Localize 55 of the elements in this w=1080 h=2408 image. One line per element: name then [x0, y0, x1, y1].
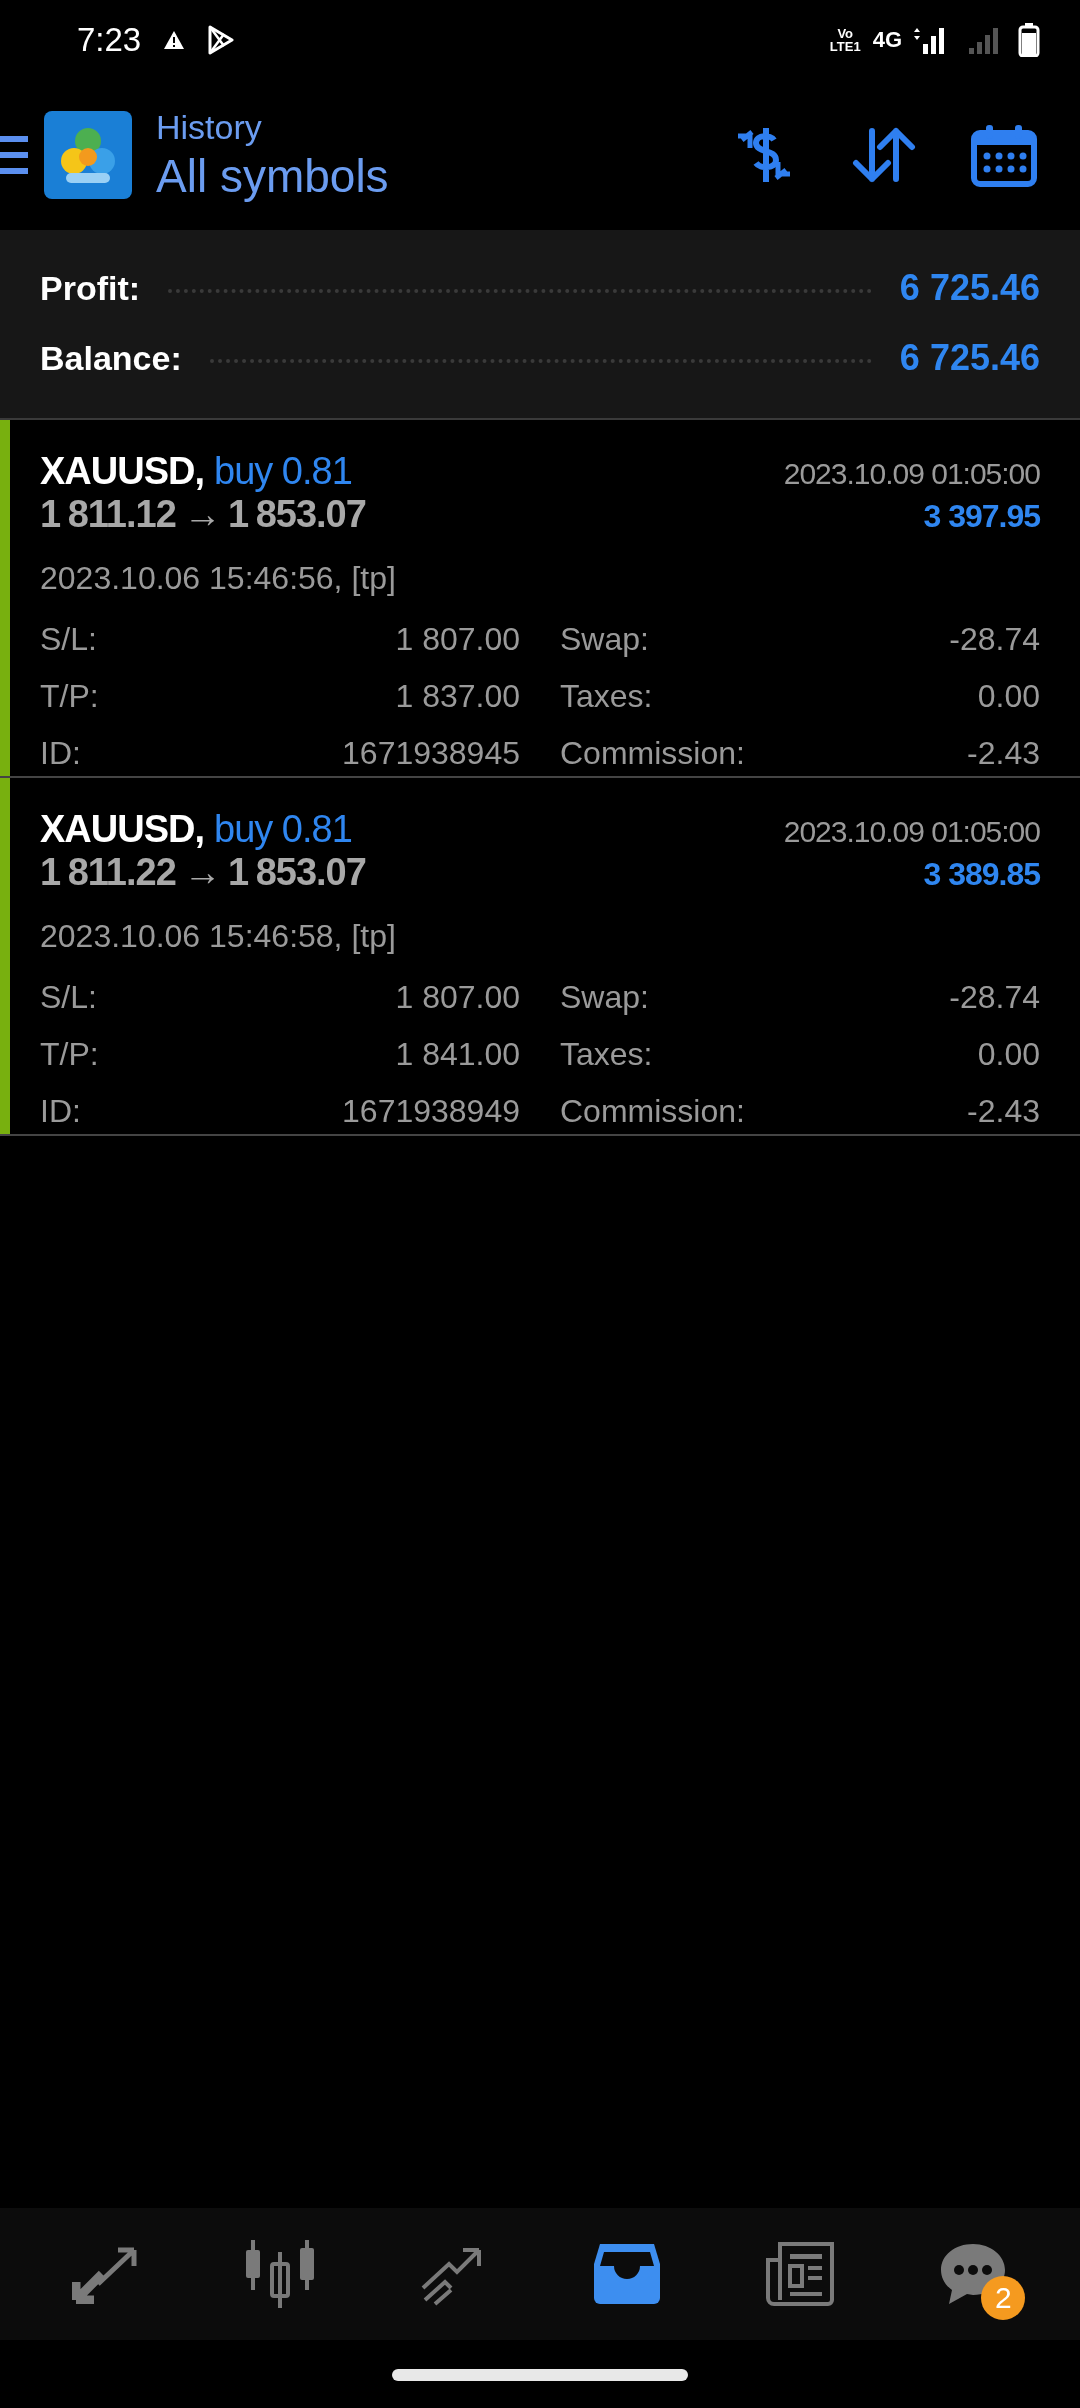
- close-time: 2023.10.09 01:05:00: [783, 457, 1040, 491]
- symbol-filter[interactable]: All symbols: [156, 148, 389, 204]
- field-label: Commission:: [559, 735, 746, 772]
- field-label: Commission:: [559, 1093, 746, 1130]
- field-label: Taxes:: [559, 1036, 654, 1073]
- deal-side: buy 0.81: [214, 808, 352, 850]
- field-value: 1 807.00: [395, 979, 520, 1016]
- app-logo-icon: [44, 111, 132, 199]
- field-value: -28.74: [949, 979, 1040, 1016]
- field-label: Taxes:: [559, 678, 654, 715]
- deal-symbol: XAUUSD,: [40, 450, 205, 492]
- summary-value: 6 725.46: [899, 267, 1040, 309]
- clock-time: 7:23: [77, 21, 142, 59]
- signal-icon: [914, 26, 946, 54]
- signal-icon: [968, 26, 1000, 54]
- field-label: T/P:: [40, 678, 100, 715]
- summary-label: Profit:: [40, 268, 141, 308]
- field-value: -28.74: [949, 621, 1040, 658]
- price-change: 1 811.22 → 1 853.07: [40, 851, 366, 894]
- inbox-tray-icon: [593, 2244, 660, 2304]
- open-time: 2023.10.06 15:46:58, [tp]: [40, 918, 397, 955]
- field-label: ID:: [40, 735, 82, 772]
- battery-icon: [1018, 23, 1040, 57]
- network-type: 4G: [872, 27, 902, 53]
- field-label: ID:: [40, 1093, 82, 1130]
- screen-title: History: [156, 107, 263, 148]
- close-time: 2023.10.09 01:05:00: [783, 815, 1040, 849]
- field-value: 1671938945: [342, 735, 520, 772]
- field-label: T/P:: [40, 1036, 100, 1073]
- field-value: 1 807.00: [395, 621, 520, 658]
- notification-badge: 2: [981, 2276, 1026, 2320]
- deal-profit: 3 397.95: [923, 498, 1040, 535]
- summary-label: Balance:: [40, 338, 182, 378]
- newspaper-icon: [765, 2242, 834, 2306]
- field-value: 1 841.00: [395, 1036, 520, 1073]
- deal-side: buy 0.81: [214, 450, 352, 492]
- field-value: 1671938949: [342, 1093, 520, 1130]
- field-label: S/L:: [40, 979, 98, 1016]
- deal-profit: 3 389.85: [923, 856, 1040, 893]
- deal-symbol: XAUUSD,: [40, 808, 205, 850]
- field-value: -2.43: [967, 735, 1040, 772]
- field-label: S/L:: [40, 621, 98, 658]
- field-label: Swap:: [559, 979, 650, 1016]
- play-store-icon: [207, 25, 236, 55]
- summary-value: 6 725.46: [899, 337, 1040, 379]
- field-value: 0.00: [977, 678, 1040, 715]
- price-change: 1 811.12 → 1 853.07: [40, 493, 366, 536]
- open-time: 2023.10.06 15:46:56, [tp]: [40, 560, 397, 597]
- candlestick-icon: [245, 2240, 315, 2308]
- warning-icon: [163, 30, 186, 50]
- field-label: Swap:: [559, 621, 650, 658]
- field-value: 0.00: [977, 1036, 1040, 1073]
- field-value: -2.43: [967, 1093, 1040, 1130]
- volte-label: Vo LTE1: [829, 27, 861, 53]
- field-value: 1 837.00: [395, 678, 520, 715]
